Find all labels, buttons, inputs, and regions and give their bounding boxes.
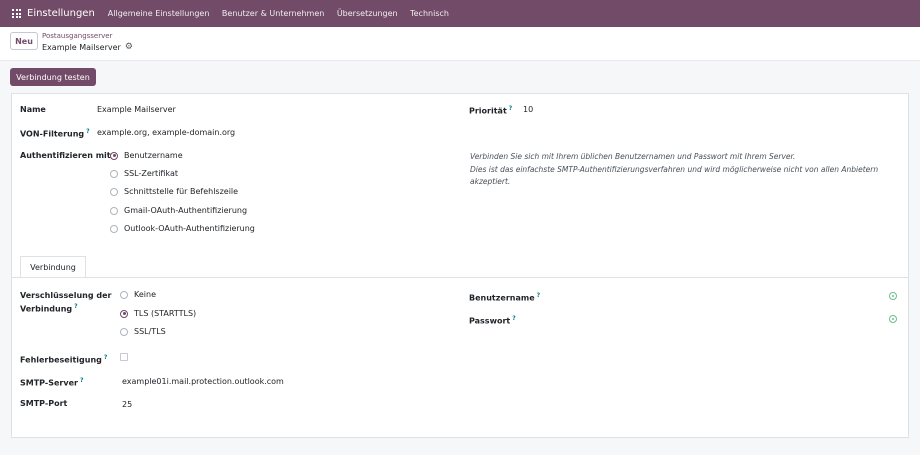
menu-technical[interactable]: Technisch: [410, 9, 449, 18]
password-label: Passwort?: [469, 315, 516, 326]
name-field[interactable]: Example Mailserver: [97, 104, 176, 115]
edit-username-icon[interactable]: [889, 292, 897, 300]
smtp-port-field[interactable]: 25: [122, 399, 132, 410]
help-icon[interactable]: ?: [512, 315, 515, 322]
control-panel: Neu Postausgangsserver Example Mailserve…: [0, 27, 920, 61]
gear-icon[interactable]: ⚙: [125, 42, 133, 52]
help-icon[interactable]: ?: [86, 128, 89, 135]
auth-option-username[interactable]: Benutzername: [110, 151, 183, 160]
name-label: Name: [20, 105, 46, 114]
radio-icon[interactable]: [120, 290, 128, 299]
auth-help-text: Verbinden Sie sich mit Ihrem üblichen Be…: [470, 152, 879, 186]
app-name[interactable]: Einstellungen: [27, 8, 95, 19]
smtp-port-label: SMTP-Port: [20, 399, 68, 408]
smtp-server-field[interactable]: example01i.mail.protection.outlook.com: [122, 376, 284, 387]
encryption-option-ssl[interactable]: SSL/TLS: [120, 327, 166, 336]
menu-users-companies[interactable]: Benutzer & Unternehmen: [222, 9, 324, 18]
auth-label: Authentifizieren mit: [20, 151, 111, 160]
username-label: Benutzername?: [469, 292, 541, 303]
debug-checkbox[interactable]: [120, 353, 128, 361]
apps-menu-icon[interactable]: [12, 9, 21, 18]
encryption-label: Verschlüsselung der Verbindung?: [20, 291, 112, 314]
breadcrumb-parent[interactable]: Postausgangsserver: [42, 32, 112, 40]
encryption-option-starttls[interactable]: TLS (STARTTLS): [120, 309, 196, 318]
radio-selected-icon[interactable]: [110, 151, 118, 160]
priority-field[interactable]: 10: [523, 104, 533, 115]
from-filter-field[interactable]: example.org, example-domain.org: [97, 127, 235, 138]
smtp-server-label: SMTP-Server?: [20, 377, 84, 388]
record-title: Example Mailserver: [42, 42, 121, 52]
test-connection-button[interactable]: Verbindung testen: [10, 68, 96, 86]
tab-connection[interactable]: Verbindung: [20, 256, 86, 278]
menu-translations[interactable]: Übersetzungen: [337, 9, 398, 18]
radio-selected-icon[interactable]: [120, 309, 128, 318]
encryption-option-none[interactable]: Keine: [120, 290, 156, 299]
from-filter-label: VON-Filterung?: [20, 128, 90, 139]
top-navbar: Einstellungen Allgemeine Einstellungen B…: [0, 0, 920, 27]
menu-general-settings[interactable]: Allgemeine Einstellungen: [108, 9, 210, 18]
radio-icon[interactable]: [110, 206, 118, 215]
tab-divider: [12, 277, 908, 278]
breadcrumb-current: Example Mailserver ⚙: [42, 42, 133, 52]
help-icon[interactable]: ?: [537, 292, 540, 299]
new-button[interactable]: Neu: [10, 32, 38, 50]
form-sheet: Name Example Mailserver Priorität? 10 VO…: [11, 93, 909, 438]
auth-option-outlook[interactable]: Outlook-OAuth-Authentifizierung: [110, 224, 255, 233]
radio-icon[interactable]: [110, 169, 118, 178]
help-icon[interactable]: ?: [80, 377, 83, 384]
radio-icon[interactable]: [110, 224, 118, 233]
auth-option-ssl[interactable]: SSL-Zertifikat: [110, 169, 178, 178]
help-icon[interactable]: ?: [74, 303, 77, 310]
help-icon[interactable]: ?: [104, 354, 107, 361]
edit-password-icon[interactable]: [889, 315, 897, 323]
help-icon[interactable]: ?: [509, 105, 512, 112]
radio-icon[interactable]: [110, 187, 118, 196]
radio-icon[interactable]: [120, 327, 128, 336]
priority-label: Priorität?: [469, 105, 513, 116]
auth-option-gmail[interactable]: Gmail-OAuth-Authentifizierung: [110, 206, 247, 215]
auth-option-cli[interactable]: Schnittstelle für Befehlszeile: [110, 187, 238, 196]
debug-label: Fehlerbeseitigung?: [20, 354, 108, 365]
